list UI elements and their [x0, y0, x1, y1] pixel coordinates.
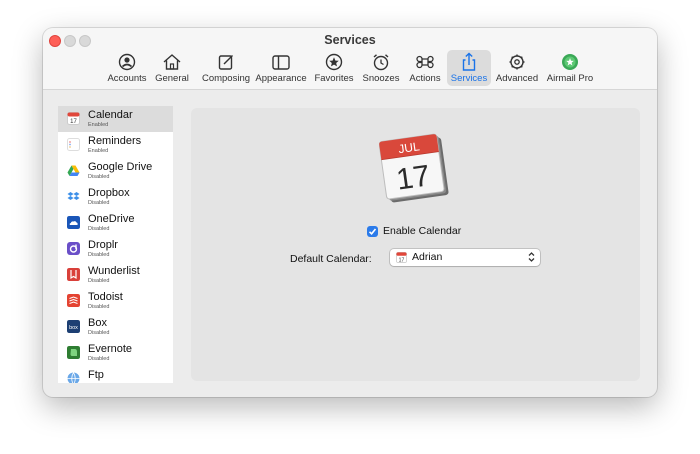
- person-circle-icon: [118, 53, 136, 71]
- pro-badge-icon: [562, 54, 578, 70]
- service-status: Disabled: [88, 174, 110, 180]
- tab-airmail-pro[interactable]: Airmail Pro: [546, 50, 594, 86]
- tab-services[interactable]: Services: [447, 50, 491, 86]
- service-status: Enabled: [88, 122, 109, 128]
- tab-label: Composing: [201, 73, 251, 84]
- droplr-icon: [67, 242, 80, 255]
- compose-icon: [218, 55, 233, 70]
- calendar-day: 17: [394, 159, 432, 196]
- google-drive-icon: [67, 165, 80, 176]
- service-status: Disabled: [88, 304, 110, 310]
- preferences-window: Services Accounts General Composing Appe…: [43, 28, 657, 397]
- service-item-box[interactable]: box Box Disabled: [58, 314, 173, 340]
- tab-general[interactable]: General: [154, 50, 190, 86]
- onedrive-icon: [67, 216, 80, 229]
- share-icon: [462, 52, 476, 71]
- service-name: Dropbox: [88, 187, 130, 199]
- calendar-icon: 17: [67, 112, 80, 125]
- tab-composing[interactable]: Composing: [198, 50, 254, 86]
- service-item-calendar[interactable]: 17 Calendar Enabled: [58, 106, 173, 132]
- service-name: Wunderlist: [88, 265, 140, 277]
- evernote-icon: [67, 346, 80, 359]
- tab-appearance[interactable]: Appearance: [255, 50, 307, 86]
- tab-accounts[interactable]: Accounts: [105, 50, 149, 86]
- service-item-dropbox[interactable]: Dropbox Disabled: [58, 184, 173, 210]
- service-status: Disabled: [88, 226, 110, 232]
- service-name: Reminders: [88, 135, 142, 147]
- enable-calendar-checkbox[interactable]: [367, 225, 378, 237]
- tab-snoozes[interactable]: Snoozes: [361, 50, 401, 86]
- ftp-globe-icon: [67, 372, 80, 383]
- house-icon: [163, 54, 181, 70]
- service-name: Droplr: [88, 239, 118, 251]
- service-status: Enabled: [88, 148, 109, 154]
- service-name: OneDrive: [88, 213, 135, 225]
- gear-icon: [509, 54, 525, 70]
- star-circle-icon: [325, 53, 343, 71]
- svg-text:box: box: [69, 325, 78, 331]
- default-calendar-select[interactable]: 17 Adrian: [390, 249, 540, 266]
- tab-label: Actions: [409, 73, 441, 84]
- service-item-onedrive[interactable]: OneDrive Disabled: [58, 210, 173, 236]
- reminders-icon: [67, 138, 80, 151]
- tab-favorites[interactable]: Favorites: [313, 50, 355, 86]
- calendar-app-icon: JUL 17: [379, 133, 449, 203]
- tab-label: Services: [450, 73, 488, 84]
- service-item-ftp[interactable]: Ftp: [58, 366, 173, 383]
- chevron-up-down-icon: [528, 252, 535, 262]
- command-icon: [416, 55, 434, 69]
- calendar-icon: 17: [396, 252, 407, 263]
- services-list[interactable]: 17 Calendar Enabled Reminders Enabled Go…: [58, 106, 173, 383]
- svg-text:17: 17: [70, 119, 77, 125]
- tab-label: Advanced: [495, 73, 539, 84]
- service-detail-pane: JUL 17 Enable Calendar Default Calendar:…: [191, 108, 640, 381]
- default-calendar-label: Default Calendar:: [290, 253, 372, 265]
- service-name: Ftp: [88, 369, 104, 381]
- tab-label: Favorites: [314, 73, 354, 84]
- todoist-icon: [67, 294, 80, 307]
- alarm-icon: [373, 54, 389, 71]
- service-name: Google Drive: [88, 161, 153, 173]
- service-item-evernote[interactable]: Evernote Disabled: [58, 340, 173, 366]
- service-name: Box: [88, 317, 107, 329]
- enable-calendar-label: Enable Calendar: [383, 225, 462, 237]
- sidebar-icon: [272, 55, 290, 70]
- service-status: Disabled: [88, 252, 110, 258]
- service-status: Disabled: [88, 330, 110, 336]
- enable-calendar-row[interactable]: Enable Calendar: [367, 225, 461, 237]
- wunderlist-icon: [67, 268, 80, 281]
- service-item-google-drive[interactable]: Google Drive Disabled: [58, 158, 173, 184]
- tab-advanced[interactable]: Advanced: [496, 50, 538, 86]
- service-name: Evernote: [88, 343, 133, 355]
- service-status: Disabled: [88, 356, 110, 362]
- service-name: Todoist: [88, 291, 123, 303]
- tab-label: Accounts: [107, 73, 147, 84]
- default-calendar-value: Adrian: [412, 251, 443, 263]
- service-status: Disabled: [88, 278, 110, 284]
- service-item-todoist[interactable]: Todoist Disabled: [58, 288, 173, 314]
- window-title: Services: [324, 33, 376, 47]
- service-item-droplr[interactable]: Droplr Disabled: [58, 236, 173, 262]
- tab-label: Appearance: [255, 73, 307, 84]
- tab-label: Airmail Pro: [546, 73, 594, 84]
- tab-label: General: [155, 73, 189, 84]
- checkmark-icon: [368, 227, 377, 235]
- titlebar: Services Accounts General Composing Appe…: [43, 28, 657, 90]
- dropbox-icon: [67, 192, 80, 200]
- preferences-toolbar: Accounts General Composing Appearance Fa…: [43, 50, 657, 86]
- service-item-reminders[interactable]: Reminders Enabled: [58, 132, 173, 158]
- service-item-wunderlist[interactable]: Wunderlist Disabled: [58, 262, 173, 288]
- box-icon: box: [67, 320, 80, 333]
- tab-label: Snoozes: [362, 73, 400, 84]
- service-name: Calendar: [88, 109, 133, 121]
- service-status: Disabled: [88, 200, 110, 206]
- calendar-month: JUL: [397, 139, 420, 156]
- tab-actions[interactable]: Actions: [407, 50, 443, 86]
- select-icon-day: 17: [399, 257, 405, 263]
